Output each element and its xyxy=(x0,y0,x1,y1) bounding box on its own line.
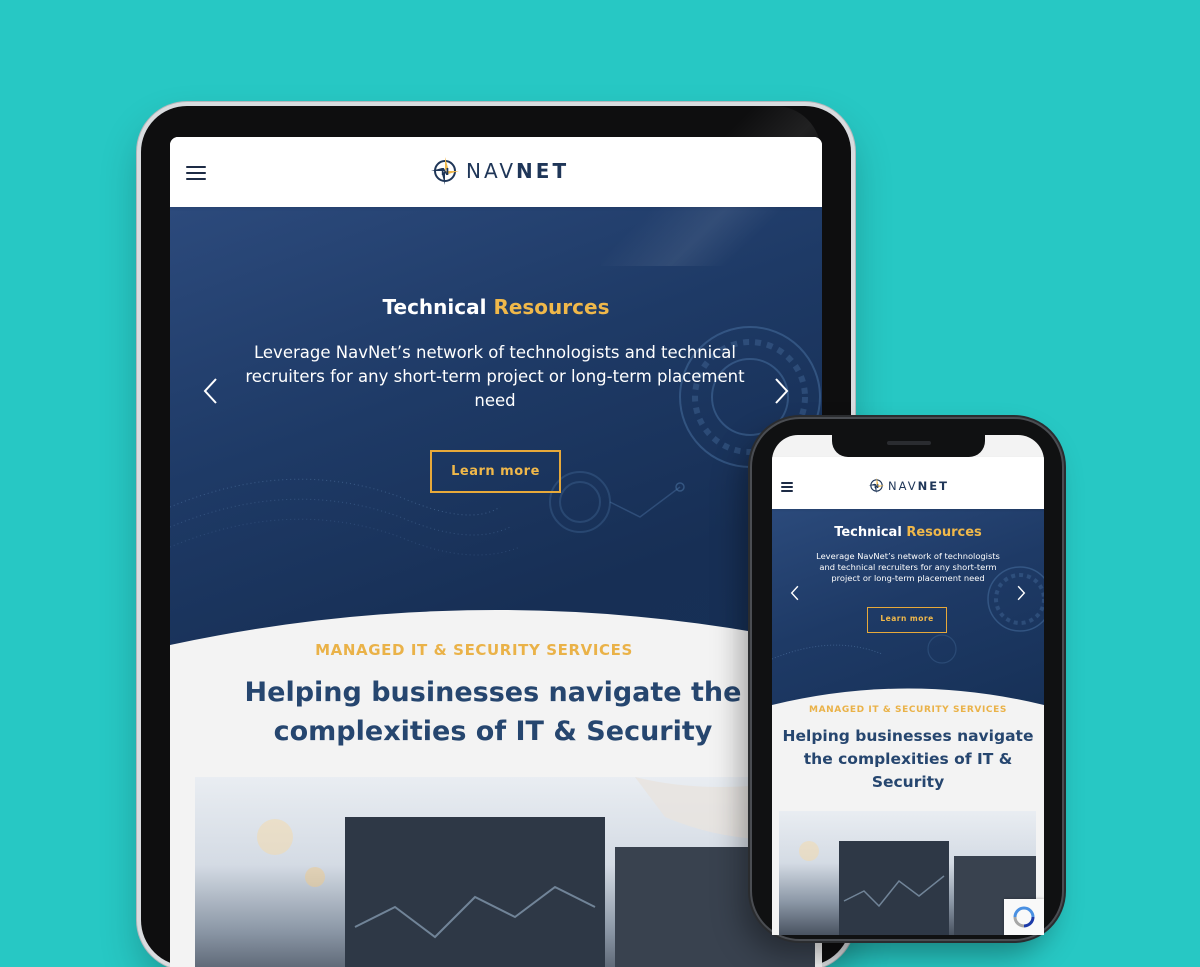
chevron-left-icon[interactable] xyxy=(202,377,218,405)
phone-screen: N NAVNET Technical Resources Leverage Na… xyxy=(772,435,1044,935)
logo-wordmark: NAVNET xyxy=(888,478,949,493)
recaptcha-badge[interactable] xyxy=(1004,899,1044,935)
learn-more-button[interactable]: Learn more xyxy=(430,450,561,493)
hero-description: Leverage NavNet’s network of technologis… xyxy=(245,343,745,410)
hamburger-menu-icon[interactable] xyxy=(186,166,206,180)
svg-text:N: N xyxy=(874,484,879,490)
section-heading: Helping businesses navigate the complexi… xyxy=(244,677,742,747)
chevron-left-icon[interactable] xyxy=(790,585,799,601)
chevron-right-icon[interactable] xyxy=(1017,585,1026,601)
business-analytics-photo xyxy=(779,811,1036,935)
hero-description: Leverage NavNet’s network of technologis… xyxy=(816,551,1000,583)
section-heading: Helping businesses navigate the complexi… xyxy=(782,727,1034,791)
compass-logo-icon: N xyxy=(868,477,885,494)
chevron-right-icon[interactable] xyxy=(774,377,790,405)
navnet-logo[interactable]: N NAVNET xyxy=(430,156,569,186)
tablet-device: N NAVNET Technical Resources Leverage Na… xyxy=(141,106,851,967)
logo-wordmark: NAVNET xyxy=(466,159,570,183)
section-eyebrow: MANAGED IT & SECURITY SERVICES xyxy=(315,641,633,659)
recaptcha-icon xyxy=(1013,906,1035,928)
svg-text:N: N xyxy=(441,167,449,178)
hero-title: Technical Resources xyxy=(834,525,982,540)
phone-device: N NAVNET Technical Resources Leverage Na… xyxy=(752,419,1062,939)
hero-title: Technical Resources xyxy=(382,295,610,319)
business-analytics-photo xyxy=(195,777,815,967)
compass-logo-icon: N xyxy=(431,157,459,185)
tablet-screen: N NAVNET Technical Resources Leverage Na… xyxy=(170,137,822,967)
navnet-logo[interactable]: N NAVNET xyxy=(868,477,949,494)
mobile-site-header: N NAVNET xyxy=(772,457,1044,509)
section-eyebrow: MANAGED IT & SECURITY SERVICES xyxy=(809,705,1007,715)
learn-more-button[interactable]: Learn more xyxy=(867,607,947,633)
phone-notch xyxy=(832,435,985,457)
services-section: MANAGED IT & SECURITY SERVICES Helping b… xyxy=(170,637,822,967)
hamburger-menu-icon[interactable] xyxy=(781,482,793,492)
site-header: N NAVNET xyxy=(170,137,822,207)
